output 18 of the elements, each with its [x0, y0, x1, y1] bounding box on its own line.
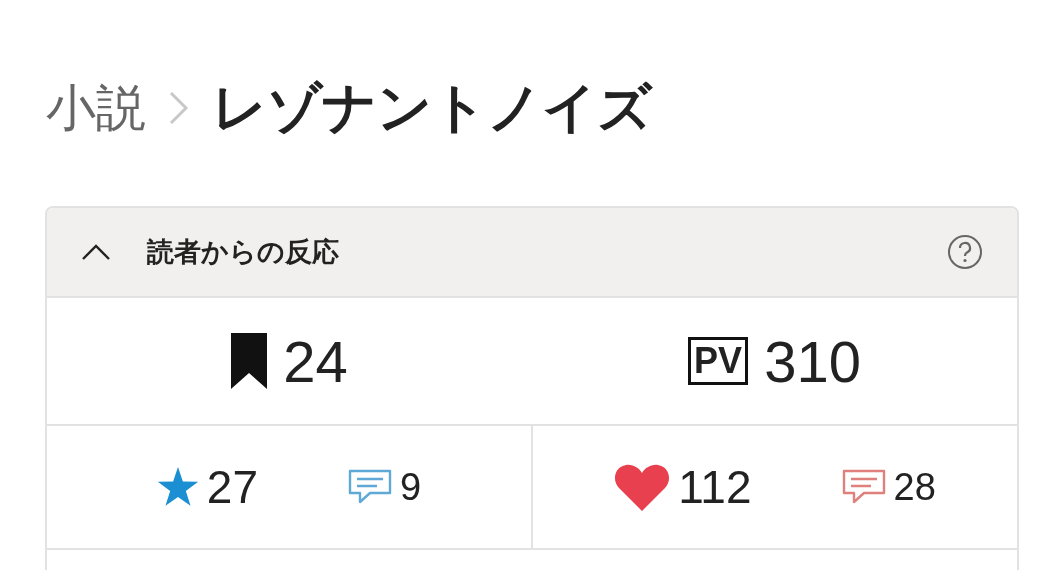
panel-header[interactable]: 読者からの反応 [47, 208, 1017, 296]
count-text: 310 [764, 327, 861, 395]
pv-label: PV [688, 337, 749, 385]
bookmark-icon [231, 333, 268, 389]
count-text: 24 [283, 327, 348, 395]
comment-count: 28 [893, 465, 936, 509]
comment-icon [348, 469, 392, 505]
chevron-right-icon [168, 90, 190, 126]
page-title: レゾナントノイズ [212, 74, 652, 141]
count-text: 27 [206, 460, 258, 514]
count-text: 112 [678, 460, 752, 514]
help-icon[interactable] [947, 234, 983, 270]
comment-count: 9 [400, 465, 422, 509]
star-icon [156, 467, 199, 507]
panel-title: 読者からの反応 [147, 235, 340, 269]
breadcrumb-link[interactable]: 小説 [46, 74, 146, 142]
heart-icon [614, 463, 671, 511]
comment-icon [841, 469, 886, 505]
